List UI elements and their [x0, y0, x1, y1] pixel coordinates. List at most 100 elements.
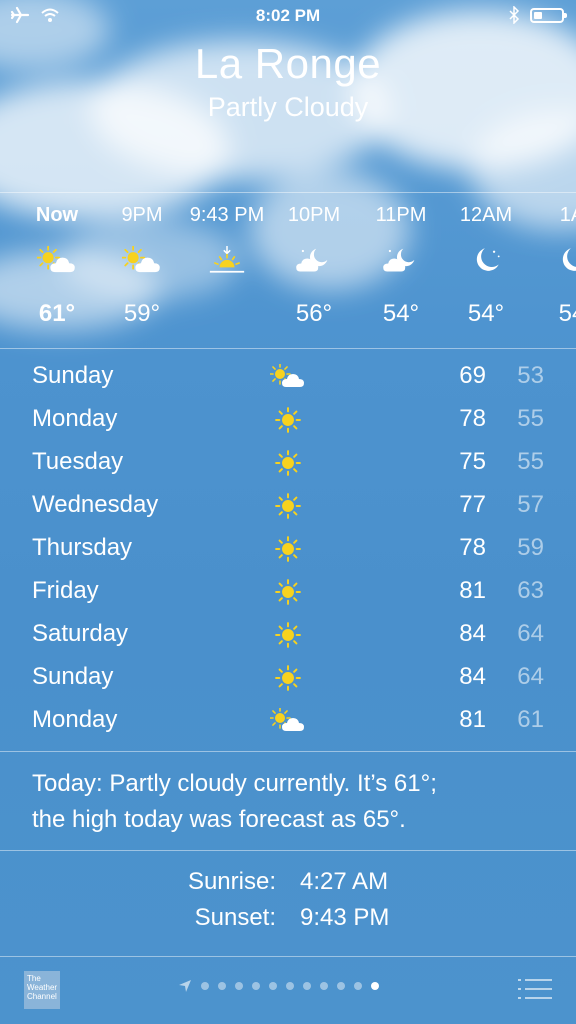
today-summary: Today: Partly cloudy currently. It’s 61°…: [32, 766, 552, 838]
city-list-icon[interactable]: [518, 977, 552, 1001]
day-name: Tuesday: [32, 448, 124, 475]
partly-cloudy-night-icon: [356, 234, 446, 288]
daily-row: Monday 78 55: [0, 399, 576, 442]
status-bar: 8:02 PM: [0, 0, 576, 32]
city-name: La Ronge: [194, 40, 382, 87]
sunset-icon: [182, 234, 272, 288]
sun-icon: [268, 446, 308, 480]
divider: [0, 192, 576, 193]
battery-icon: [530, 7, 567, 23]
hour-temp: 54°: [382, 300, 420, 327]
page-dot[interactable]: [354, 982, 362, 990]
summary-line: the high today was forecast as 65°.: [32, 806, 406, 833]
page-dot[interactable]: [235, 982, 243, 990]
sunrise-value: 4:27 AM: [300, 868, 389, 895]
hour-temp: 56°: [295, 300, 333, 327]
day-name: Thursday: [32, 534, 133, 561]
daily-row: Friday 81 63: [0, 571, 576, 614]
daily-row: Sunday 84 64: [0, 657, 576, 700]
sunset-value: 9:43 PM: [300, 904, 390, 931]
day-name: Sunday: [32, 362, 114, 389]
daily-row: Sunday 69 53: [0, 356, 576, 399]
sun-icon: [268, 403, 308, 437]
page-dot[interactable]: [320, 982, 328, 990]
day-high: 75: [459, 448, 486, 475]
hour-time: 1A: [559, 204, 576, 226]
hour-temp: 59°: [123, 300, 161, 327]
hour-column: 1A 54: [527, 194, 576, 328]
day-high: 77: [459, 491, 486, 518]
day-low: 57: [517, 491, 544, 518]
sun-icon: [268, 489, 308, 523]
day-high: 69: [459, 362, 486, 389]
logo-text: Channel: [27, 992, 57, 1001]
page-indicator[interactable]: [178, 979, 379, 993]
summary-line: Today: Partly cloudy currently. It’s 61°…: [32, 770, 437, 797]
partly-cloudy-icon: [268, 360, 308, 394]
day-low: 59: [517, 534, 544, 561]
sunset-row: Sunset: 9:43 PM: [0, 902, 576, 938]
hour-column: Now 61°: [12, 194, 102, 328]
divider: [0, 850, 576, 851]
page-dot[interactable]: [218, 982, 226, 990]
location-header: La Ronge Partly Cloudy: [0, 40, 576, 123]
partly-cloudy-night-icon: [269, 234, 359, 288]
page-dot[interactable]: [252, 982, 260, 990]
bluetooth-icon: [509, 6, 520, 24]
daily-row: Monday 81 61: [0, 700, 576, 743]
page-dot[interactable]: [303, 982, 311, 990]
day-name: Sunday: [32, 663, 114, 690]
day-high: 78: [459, 405, 486, 432]
sunrise-row: Sunrise: 4:27 AM: [0, 866, 576, 902]
status-time: 8:02 PM: [255, 6, 321, 25]
page-dot[interactable]: [337, 982, 345, 990]
day-name: Saturday: [32, 620, 129, 647]
hour-time: 9:43 PM: [189, 204, 265, 226]
day-low: 55: [517, 405, 544, 432]
hour-time: 10PM: [287, 204, 341, 226]
page-dot[interactable]: [269, 982, 277, 990]
daily-forecast: Sunday 69 53 Monday 78 55 Tuesday 75 55 Wed…: [0, 356, 576, 743]
hour-temp: 54°: [467, 300, 505, 327]
daily-row: Thursday 78 59: [0, 528, 576, 571]
logo-text: Weather: [27, 983, 58, 992]
partly-cloudy-day-icon: [97, 234, 187, 288]
sun-times: Sunrise: 4:27 AM Sunset: 9:43 PM: [0, 866, 576, 938]
day-high: 81: [459, 706, 486, 733]
day-name: Wednesday: [32, 491, 159, 518]
divider: [0, 751, 576, 752]
current-condition: Partly Cloudy: [207, 92, 369, 122]
hour-time: 11PM: [375, 204, 427, 226]
hourly-forecast[interactable]: Now 61° 9PM 59° 9:43 PM 10PM 56° 11PM 54° 12…: [0, 194, 576, 348]
daily-row: Wednesday 77 57: [0, 485, 576, 528]
hour-column: 12AM 54°: [441, 194, 531, 328]
daily-row: Tuesday 75 55: [0, 442, 576, 485]
page-dot[interactable]: [201, 982, 209, 990]
hour-time: Now: [35, 204, 79, 226]
day-name: Friday: [32, 577, 99, 604]
moon-icon: [527, 234, 576, 288]
sunset-label: Sunset:: [194, 904, 276, 931]
day-low: 64: [517, 663, 544, 690]
hour-column: 9:43 PM: [182, 194, 272, 300]
partly-cloudy-day-icon: [12, 234, 102, 288]
moon-icon: [441, 234, 531, 288]
page-dot[interactable]: [286, 982, 294, 990]
day-low: 53: [517, 362, 544, 389]
day-low: 64: [517, 620, 544, 647]
hour-time: 12AM: [459, 204, 513, 226]
hour-column: 10PM 56°: [269, 194, 359, 328]
hour-time: 9PM: [121, 204, 163, 226]
sun-icon: [268, 618, 308, 652]
day-high: 81: [459, 577, 486, 604]
weather-channel-logo[interactable]: The Weather Channel: [24, 971, 60, 1009]
day-low: 63: [517, 577, 544, 604]
partly-cloudy-icon: [268, 704, 308, 738]
page-dot-active[interactable]: [371, 982, 379, 990]
sun-icon: [268, 661, 308, 695]
hour-temp: 54: [558, 300, 576, 327]
sun-icon: [268, 575, 308, 609]
location-arrow-icon: [179, 980, 191, 992]
day-low: 61: [517, 706, 544, 733]
hour-temp: 61°: [38, 300, 76, 327]
